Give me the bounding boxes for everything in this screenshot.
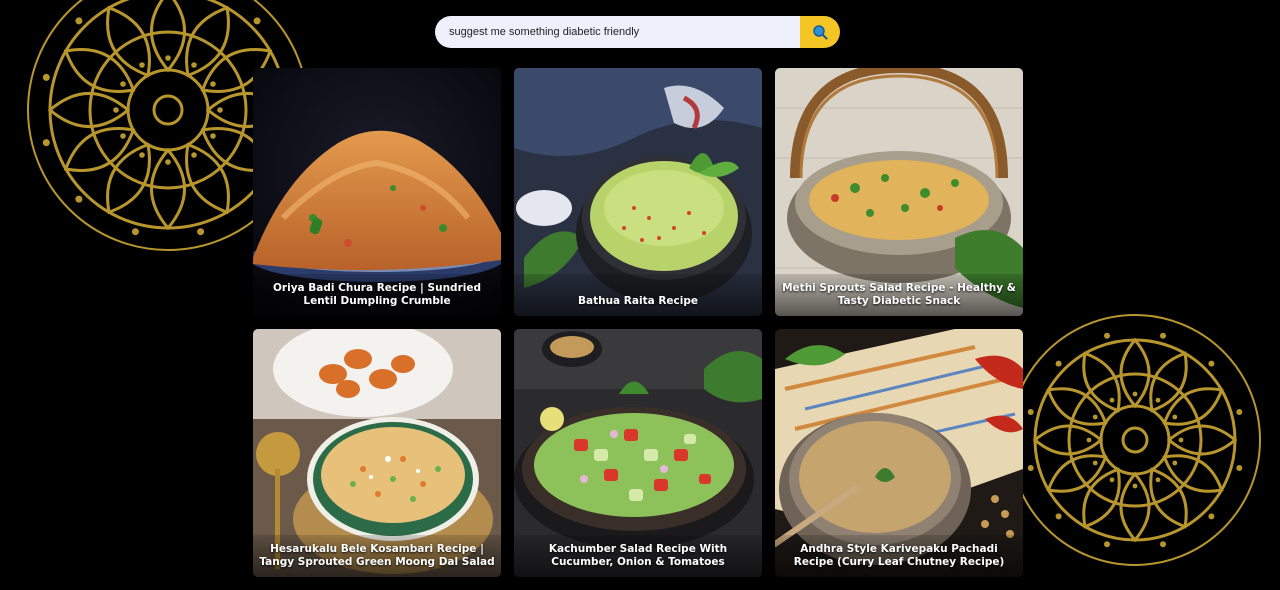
- recipe-title: Andhra Style Karivepaku Pachadi Recipe (…: [793, 543, 1005, 568]
- search-icon: [813, 25, 828, 40]
- recipe-title: Methi Sprouts Salad Recipe - Healthy & T…: [782, 282, 1016, 307]
- recipe-card[interactable]: Kachumber Salad Recipe With Cucumber, On…: [514, 329, 762, 577]
- recipe-card[interactable]: Andhra Style Karivepaku Pachadi Recipe (…: [775, 329, 1023, 577]
- search-button[interactable]: [800, 16, 840, 48]
- recipe-title: Bathua Raita Recipe: [578, 295, 698, 307]
- page: Oriya Badi Chura Recipe | Sundried Lenti…: [0, 0, 1280, 590]
- recipe-card[interactable]: Oriya Badi Chura Recipe | Sundried Lenti…: [253, 68, 501, 316]
- search-input[interactable]: [435, 16, 800, 48]
- mandala-decoration-bottom-right: [1009, 314, 1261, 566]
- recipe-card[interactable]: Methi Sprouts Salad Recipe - Healthy & T…: [775, 68, 1023, 316]
- recipe-title: Hesarukalu Bele Kosambari Recipe | Tangy…: [259, 543, 495, 568]
- recipe-title: Oriya Badi Chura Recipe | Sundried Lenti…: [273, 282, 481, 307]
- search-bar: [435, 16, 840, 48]
- recipe-card[interactable]: Bathua Raita Recipe: [514, 68, 762, 316]
- recipe-title: Kachumber Salad Recipe With Cucumber, On…: [548, 543, 728, 568]
- recipe-card[interactable]: Hesarukalu Bele Kosambari Recipe | Tangy…: [253, 329, 501, 577]
